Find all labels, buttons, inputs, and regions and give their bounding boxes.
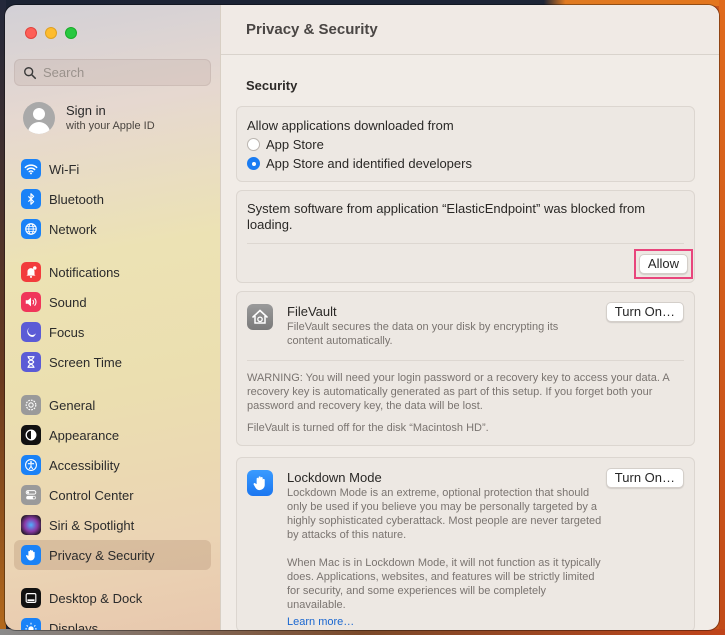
sidebar-item-label: Appearance [49, 427, 120, 443]
sidebar-item-label: Privacy & Security [49, 547, 155, 563]
sidebar-item-appearance[interactable]: Appearance [14, 420, 211, 450]
sidebar-item-sound[interactable]: Sound [14, 287, 211, 317]
allow-button-highlight: Allow [633, 248, 693, 279]
lockdown-title: Lockdown Mode [287, 470, 382, 485]
hourglass-icon [21, 352, 41, 372]
close-button[interactable] [25, 27, 37, 39]
sidebar-item-label: Focus [49, 324, 85, 340]
lockdown-description: Lockdown Mode is an extreme, optional pr… [287, 487, 602, 541]
hand-icon [21, 545, 41, 565]
sidebar-group-notifications: Notifications Sound Focus Screen Time [14, 257, 211, 377]
titlebar: Privacy & Security [221, 5, 719, 55]
speaker-icon [21, 292, 41, 312]
appearance-icon [21, 425, 41, 445]
lockdown-mode-card: Lockdown Mode Lockdown Mode is an extrem… [236, 457, 695, 630]
sidebar-item-network[interactable]: Network [14, 214, 211, 244]
radio-label: App Store and identified developers [266, 156, 472, 171]
section-title-security: Security [246, 78, 298, 93]
sidebar-item-label: Accessibility [49, 457, 120, 473]
sidebar-item-notifications[interactable]: Notifications [14, 257, 211, 287]
filevault-card: FileVault FileVault secures the data on … [236, 291, 695, 446]
sidebar-item-label: Siri & Spotlight [49, 517, 135, 533]
filevault-title: FileVault [287, 304, 337, 319]
bell-icon [21, 262, 41, 282]
filevault-description: FileVault secures the data on your disk … [287, 321, 559, 347]
sidebar: Sign in with your Apple ID Wi-Fi Bluetoo… [5, 5, 221, 630]
sidebar-item-label: General [49, 397, 96, 413]
sidebar-item-label: Control Center [49, 487, 134, 503]
avatar [23, 102, 55, 134]
sidebar-item-displays[interactable]: Displays [14, 613, 211, 630]
zoom-button[interactable] [65, 27, 77, 39]
apple-id-sign-in[interactable]: Sign in with your Apple ID [23, 102, 155, 134]
bluetooth-icon [21, 189, 41, 209]
sidebar-item-desktop-dock[interactable]: Desktop & Dock [14, 583, 211, 613]
sidebar-item-label: Desktop & Dock [49, 590, 143, 606]
lockdown-hand-icon [247, 470, 273, 496]
globe-icon [21, 219, 41, 239]
sidebar-item-label: Notifications [49, 264, 120, 280]
sidebar-item-label: Screen Time [49, 354, 122, 370]
sidebar-item-label: Network [49, 221, 97, 237]
sidebar-item-label: Sound [49, 294, 87, 310]
radio-label: App Store [266, 137, 324, 152]
allow-button[interactable]: Allow [638, 253, 688, 274]
filevault-status: FileVault is turned off for the disk “Ma… [247, 422, 489, 434]
divider [247, 360, 684, 361]
sidebar-item-siri-spotlight[interactable]: Siri & Spotlight [14, 510, 211, 540]
page-title: Privacy & Security [246, 21, 378, 38]
sidebar-item-label: Wi-Fi [49, 161, 80, 177]
sidebar-item-privacy-security[interactable]: Privacy & Security [14, 540, 211, 570]
search-icon [24, 66, 37, 79]
allow-apps-card: Allow applications downloaded from App S… [236, 106, 695, 182]
window-controls [25, 27, 77, 39]
lockdown-description-2: When Mac is in Lockdown Mode, it will no… [287, 557, 601, 611]
sidebar-item-screen-time[interactable]: Screen Time [14, 347, 211, 377]
sidebar-item-wifi[interactable]: Wi-Fi [14, 154, 211, 184]
radio-app-store[interactable]: App Store [247, 135, 684, 154]
radio-app-store-identified[interactable]: App Store and identified developers [247, 154, 684, 173]
allow-apps-label: Allow applications downloaded from [247, 118, 454, 133]
sun-icon [21, 618, 41, 630]
blocked-software-message: System software from application “Elasti… [247, 201, 646, 232]
toggles-icon [21, 485, 41, 505]
filevault-house-icon [247, 304, 273, 330]
lockdown-turn-on-button[interactable]: Turn On… [605, 468, 684, 488]
sidebar-item-focus[interactable]: Focus [14, 317, 211, 347]
gear-icon [21, 395, 41, 415]
siri-icon [21, 515, 41, 535]
account-title: Sign in [66, 103, 106, 118]
sidebar-group-desktop: Desktop & Dock Displays [14, 583, 211, 630]
search-field[interactable] [14, 59, 211, 86]
desktop-wallpaper-right [719, 0, 725, 635]
minimize-button[interactable] [45, 27, 57, 39]
filevault-warning: WARNING: You will need your login passwo… [247, 372, 670, 412]
radio-button-selected[interactable] [247, 157, 260, 170]
account-subtitle: with your Apple ID [66, 120, 155, 132]
wifi-icon [21, 159, 41, 179]
search-input[interactable] [43, 65, 203, 80]
sidebar-item-bluetooth[interactable]: Bluetooth [14, 184, 211, 214]
learn-more-link[interactable]: Learn more… [287, 616, 354, 628]
radio-button[interactable] [247, 138, 260, 151]
filevault-turn-on-button[interactable]: Turn On… [605, 302, 684, 322]
moon-icon [21, 322, 41, 342]
blocked-software-card: System software from application “Elasti… [236, 190, 695, 283]
accessibility-icon [21, 455, 41, 475]
sidebar-item-control-center[interactable]: Control Center [14, 480, 211, 510]
content-scroll-area[interactable]: Security Allow applications downloaded f… [221, 78, 719, 630]
sidebar-group-network: Wi-Fi Bluetooth Network [14, 154, 211, 244]
sidebar-item-label: Bluetooth [49, 191, 104, 207]
sidebar-item-accessibility[interactable]: Accessibility [14, 450, 211, 480]
settings-pane: Privacy & Security Security Allow applic… [221, 5, 719, 630]
dock-icon [21, 588, 41, 608]
sidebar-item-general[interactable]: General [14, 390, 211, 420]
sidebar-item-label: Displays [49, 620, 99, 631]
sidebar-group-general: General Appearance Accessibility Control… [14, 390, 211, 570]
system-settings-window: Sign in with your Apple ID Wi-Fi Bluetoo… [5, 5, 719, 630]
